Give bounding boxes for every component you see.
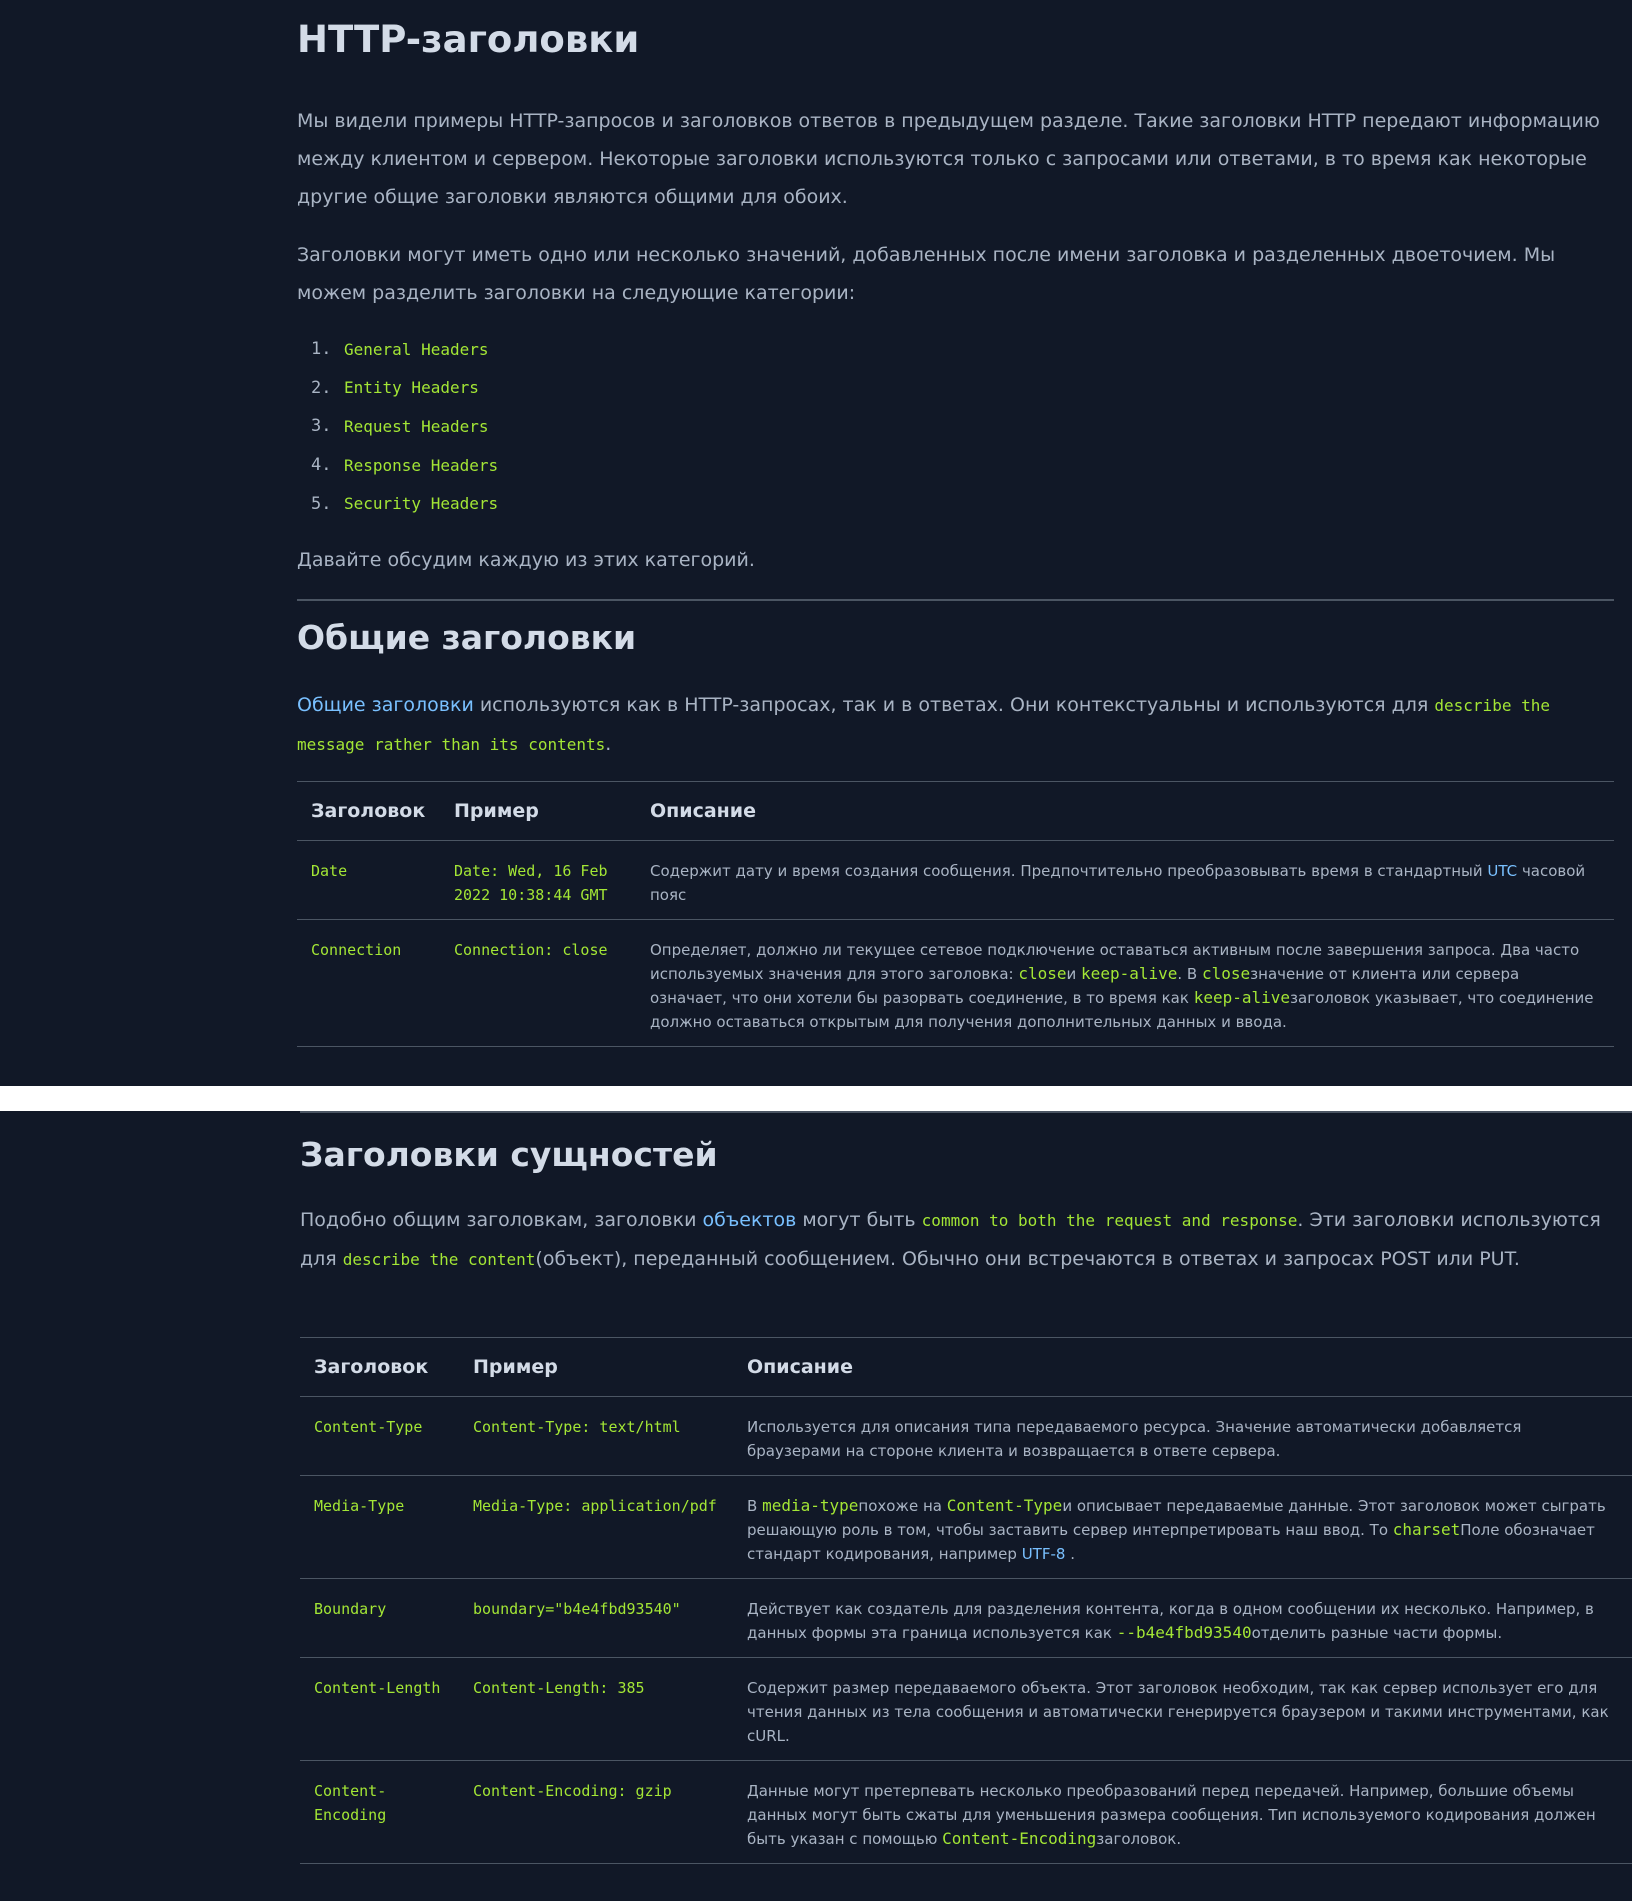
page-panel-bottom: Заголовки сущностей Подобно общим заголо…	[0, 1111, 1632, 1901]
inline-code: Content-Encoding	[942, 1829, 1097, 1848]
list-item: 4. Response Headers	[311, 446, 498, 485]
table-row: Date Date: Wed, 16 Feb 2022 10:38:44 GMT…	[297, 840, 1614, 920]
column-header: Описание	[636, 781, 1614, 841]
inline-code: Content-Type	[946, 1496, 1063, 1515]
inline-code: media-type	[762, 1496, 859, 1515]
description-cell: Данные могут претерпевать несколько прео…	[733, 1760, 1632, 1864]
paragraph-text: .	[605, 733, 612, 755]
table-row: Content-Length Content-Length: 385 Содер…	[300, 1657, 1632, 1761]
inline-code: keep-alive	[1193, 988, 1291, 1007]
desc-text: .	[1065, 1545, 1075, 1563]
table-row: Content-Encoding Content-Encoding: gzip …	[300, 1760, 1632, 1864]
header-name-cell: Media-Type	[300, 1475, 459, 1579]
desc-text: и	[1066, 965, 1082, 983]
inline-code: describe the content	[342, 1250, 536, 1269]
paragraph-text: Подобно общим заголовкам, заголовки	[300, 1209, 703, 1231]
desc-text: отделить разные части формы.	[1251, 1624, 1503, 1642]
description-cell: В media-typeпохоже на Content-Typeи опис…	[733, 1475, 1632, 1579]
outro-paragraph: Давайте обсудим каждую из этих категорий…	[297, 549, 755, 571]
description-cell: Действует как создатель для разделения к…	[733, 1578, 1632, 1658]
table-row: Media-Type Media-Type: application/pdf В…	[300, 1475, 1632, 1579]
column-header: Заголовок	[297, 781, 440, 841]
desc-text: заголовок.	[1096, 1830, 1182, 1848]
example-cell: Content-Type: text/html	[459, 1396, 733, 1476]
list-item: 3. Request Headers	[311, 407, 498, 446]
desc-text: Содержит дату и время создания сообщения…	[650, 862, 1488, 880]
header-name-cell: Connection	[297, 919, 440, 1047]
header-name-cell: Content-Length	[300, 1657, 459, 1761]
list-item: 5. Security Headers	[311, 484, 498, 523]
header-name-cell: Boundary	[300, 1578, 459, 1658]
description-cell: Определяет, должно ли текущее сетевое по…	[636, 919, 1614, 1047]
inline-code: keep-alive	[1081, 964, 1178, 983]
category-label: General Headers	[344, 339, 489, 359]
example-cell: Connection: close	[440, 919, 636, 1047]
page-panel-top: HTTP-заголовки Мы видели примеры HTTP-за…	[0, 0, 1632, 1086]
list-number: 3.	[311, 416, 332, 437]
list-number: 4.	[311, 455, 332, 476]
entity-paragraph: Подобно общим заголовкам, заголовки объе…	[300, 1201, 1632, 1279]
table-row: Boundary boundary="b4e4fbd93540" Действу…	[300, 1578, 1632, 1658]
table-header-row: Заголовок Пример Описание	[300, 1337, 1632, 1397]
category-label: Response Headers	[344, 455, 499, 475]
example-cell: Date: Wed, 16 Feb 2022 10:38:44 GMT	[440, 840, 636, 920]
category-label: Request Headers	[344, 416, 489, 436]
paragraph-text: используются как в HTTP-запросах, так и …	[473, 694, 1435, 716]
inline-code: close	[1018, 964, 1067, 983]
table-row: Content-Type Content-Type: text/html Исп…	[300, 1396, 1632, 1476]
list-number: 1.	[311, 339, 332, 360]
desc-text: . В	[1177, 965, 1202, 983]
inline-code: --b4e4fbd93540	[1116, 1623, 1252, 1642]
description-cell: Используется для описания типа передавае…	[733, 1396, 1632, 1476]
example-cell: Content-Encoding: gzip	[459, 1760, 733, 1864]
description-cell: Содержит дату и время создания сообщения…	[636, 840, 1614, 920]
list-item: 2. Entity Headers	[311, 369, 498, 408]
intro-paragraph-1: Мы видели примеры HTTP-запросов и заголо…	[297, 110, 1600, 208]
example-cell: Content-Length: 385	[459, 1657, 733, 1761]
general-headers-link[interactable]: Общие заголовки	[297, 694, 474, 716]
header-name-cell: Content-Encoding	[300, 1760, 459, 1864]
column-header: Описание	[733, 1337, 1632, 1397]
paragraph-text: (объект), переданный сообщением. Обычно …	[535, 1248, 1520, 1270]
divider	[300, 1111, 1632, 1113]
header-name-cell: Content-Type	[300, 1396, 459, 1476]
list-number: 2.	[311, 377, 332, 398]
general-paragraph: Общие заголовки используются как в HTTP-…	[297, 686, 1614, 764]
inline-code: close	[1201, 964, 1251, 983]
intro-paragraph-2: Заголовки могут иметь одно или несколько…	[297, 244, 1556, 304]
table-header-row: Заголовок Пример Описание	[297, 781, 1614, 841]
general-headers-table: Заголовок Пример Описание Date Date: Wed…	[297, 781, 1614, 1047]
paragraph-text: могут быть	[796, 1209, 922, 1231]
category-label: Entity Headers	[344, 378, 479, 398]
section-title-general: Общие заголовки	[297, 618, 637, 657]
inline-code: common to both the request and response	[921, 1211, 1298, 1230]
section-title-entity: Заголовки сущностей	[300, 1135, 718, 1174]
column-header: Заголовок	[300, 1337, 459, 1397]
utc-link[interactable]: UTC	[1487, 862, 1517, 880]
example-cell: Media-Type: application/pdf	[459, 1475, 733, 1579]
divider	[297, 599, 1614, 601]
inline-code: charset	[1392, 1520, 1461, 1539]
desc-text: похоже на	[858, 1497, 947, 1515]
list-item: 1. General Headers	[311, 330, 498, 369]
entity-headers-table: Заголовок Пример Описание Content-Type C…	[300, 1337, 1632, 1864]
description-cell: Содержит размер передаваемого объекта. Э…	[733, 1657, 1632, 1761]
header-categories-list: 1. General Headers 2. Entity Headers 3. Req…	[311, 330, 498, 523]
table-row: Connection Connection: close Определяет,…	[297, 919, 1614, 1047]
desc-text: В	[747, 1497, 763, 1515]
utf8-link[interactable]: UTF-8	[1022, 1545, 1066, 1563]
page-title: HTTP-заголовки	[297, 18, 640, 61]
column-header: Пример	[440, 781, 636, 841]
header-name-cell: Date	[297, 840, 440, 920]
category-label: Security Headers	[344, 494, 499, 514]
example-cell: boundary="b4e4fbd93540"	[459, 1578, 733, 1658]
entity-link[interactable]: объектов	[702, 1209, 796, 1231]
column-header: Пример	[459, 1337, 733, 1397]
list-number: 5.	[311, 493, 332, 514]
